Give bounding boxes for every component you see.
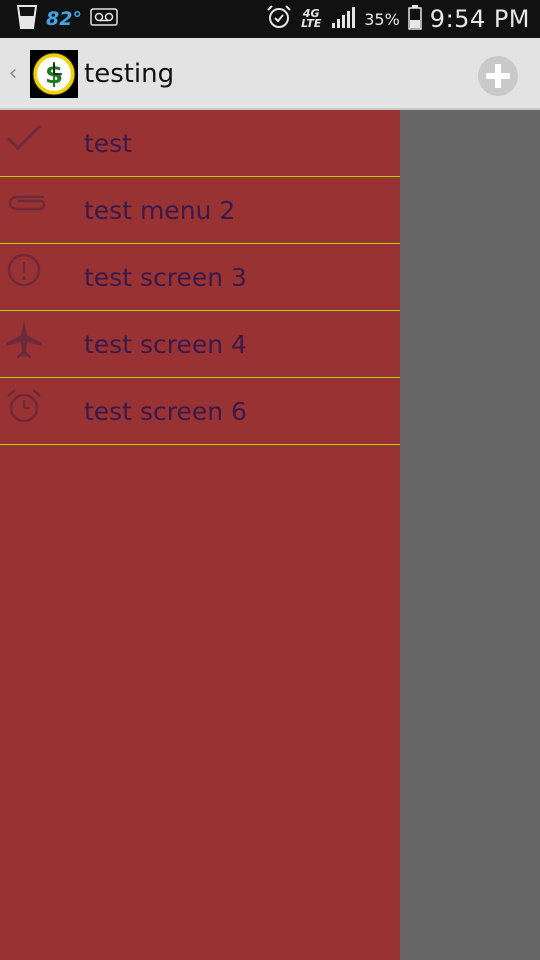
drawer-item-test-screen-6[interactable]: test screen 6	[0, 378, 400, 445]
navigation-drawer: test test menu 2 test screen 3 test scre…	[0, 110, 400, 960]
page-title: testing	[84, 59, 175, 89]
plus-circle-icon	[478, 56, 518, 96]
drawer-item-test[interactable]: test	[0, 110, 400, 177]
status-left: 82°	[16, 4, 118, 34]
drink-cup-icon	[16, 4, 38, 34]
signal-icon	[330, 5, 356, 33]
alarm-icon	[266, 4, 292, 34]
action-bar: ‹ $ testing	[0, 38, 540, 110]
dollar-clock-icon[interactable]: $	[30, 50, 78, 98]
add-button[interactable]	[476, 54, 520, 98]
status-right: 4G LTE 35% 9:54 PM	[266, 4, 530, 34]
temperature-readout: 82°	[46, 8, 82, 30]
drawer-item-test-screen-4[interactable]: test screen 4	[0, 311, 400, 378]
drawer-item-label: test screen 6	[84, 397, 247, 426]
drawer-item-label: test menu 2	[84, 196, 236, 225]
drawer-item-test-screen-3[interactable]: test screen 3	[0, 244, 400, 311]
paperclip-icon	[4, 185, 46, 225]
network-type-indicator: 4G LTE	[300, 7, 322, 30]
clock-time: 9:54 PM	[429, 5, 530, 33]
up-navigation-caret[interactable]: ‹	[4, 60, 22, 88]
battery-percent: 35%	[364, 9, 400, 29]
drawer-item-test-menu-2[interactable]: test menu 2	[0, 177, 400, 244]
info-icon	[4, 252, 44, 292]
drawer-item-label: test screen 3	[84, 263, 247, 292]
drawer-item-label: test screen 4	[84, 330, 247, 359]
network-type-label: 4G LTE	[301, 7, 322, 30]
airplane-icon	[4, 319, 44, 359]
status-bar: 82° 4G LTE 35% 9:54 PM	[0, 0, 540, 38]
drawer-item-label: test	[84, 129, 133, 158]
battery-icon	[408, 4, 422, 34]
checkmark-icon	[4, 118, 44, 158]
alarm-clock-icon	[4, 386, 44, 426]
voicemail-icon	[90, 8, 118, 30]
